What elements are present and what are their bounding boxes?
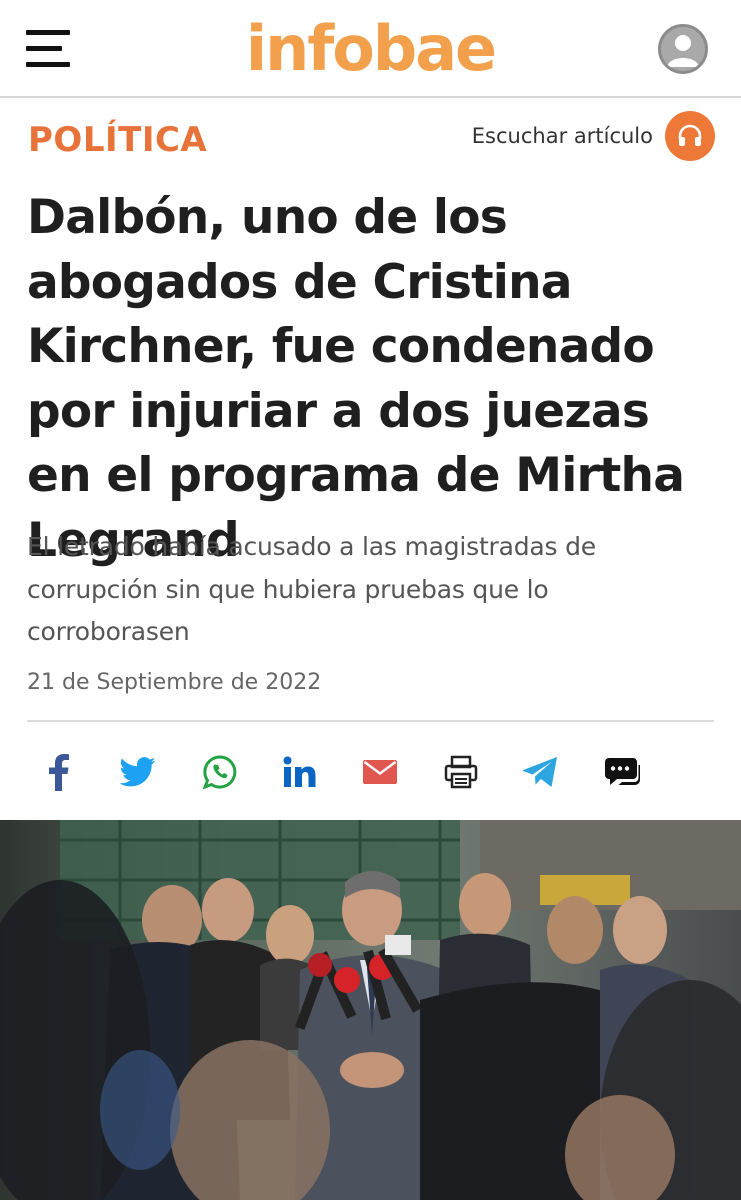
email-icon[interactable] (356, 746, 404, 798)
section-label[interactable]: POLÍTICA (28, 120, 207, 160)
facebook-icon[interactable] (34, 746, 82, 798)
share-bar (0, 746, 741, 798)
site-header: infobae (0, 0, 741, 98)
article-photo (0, 820, 741, 1200)
print-icon[interactable] (437, 746, 485, 798)
comments-icon[interactable] (598, 746, 646, 798)
headphones-icon (665, 111, 715, 161)
whatsapp-icon[interactable] (196, 746, 244, 798)
user-avatar-icon[interactable] (658, 24, 708, 74)
twitter-icon[interactable] (114, 746, 162, 798)
article-date: 21 de Septiembre de 2022 (27, 670, 322, 695)
article-subtitle: El letrado había acusado a las magistrad… (27, 532, 596, 646)
site-logo[interactable]: infobae (0, 14, 741, 84)
user-silhouette-icon (667, 35, 699, 67)
listen-article-button[interactable]: Escuchar artículo (472, 111, 715, 161)
telegram-icon[interactable] (516, 746, 564, 798)
linkedin-icon[interactable] (276, 746, 324, 798)
article-headline: Dalbón, uno de los abogados de Cristina … (27, 190, 685, 568)
press-conference-image (0, 820, 741, 1200)
listen-article-label: Escuchar artículo (471, 124, 653, 148)
divider (27, 720, 714, 722)
